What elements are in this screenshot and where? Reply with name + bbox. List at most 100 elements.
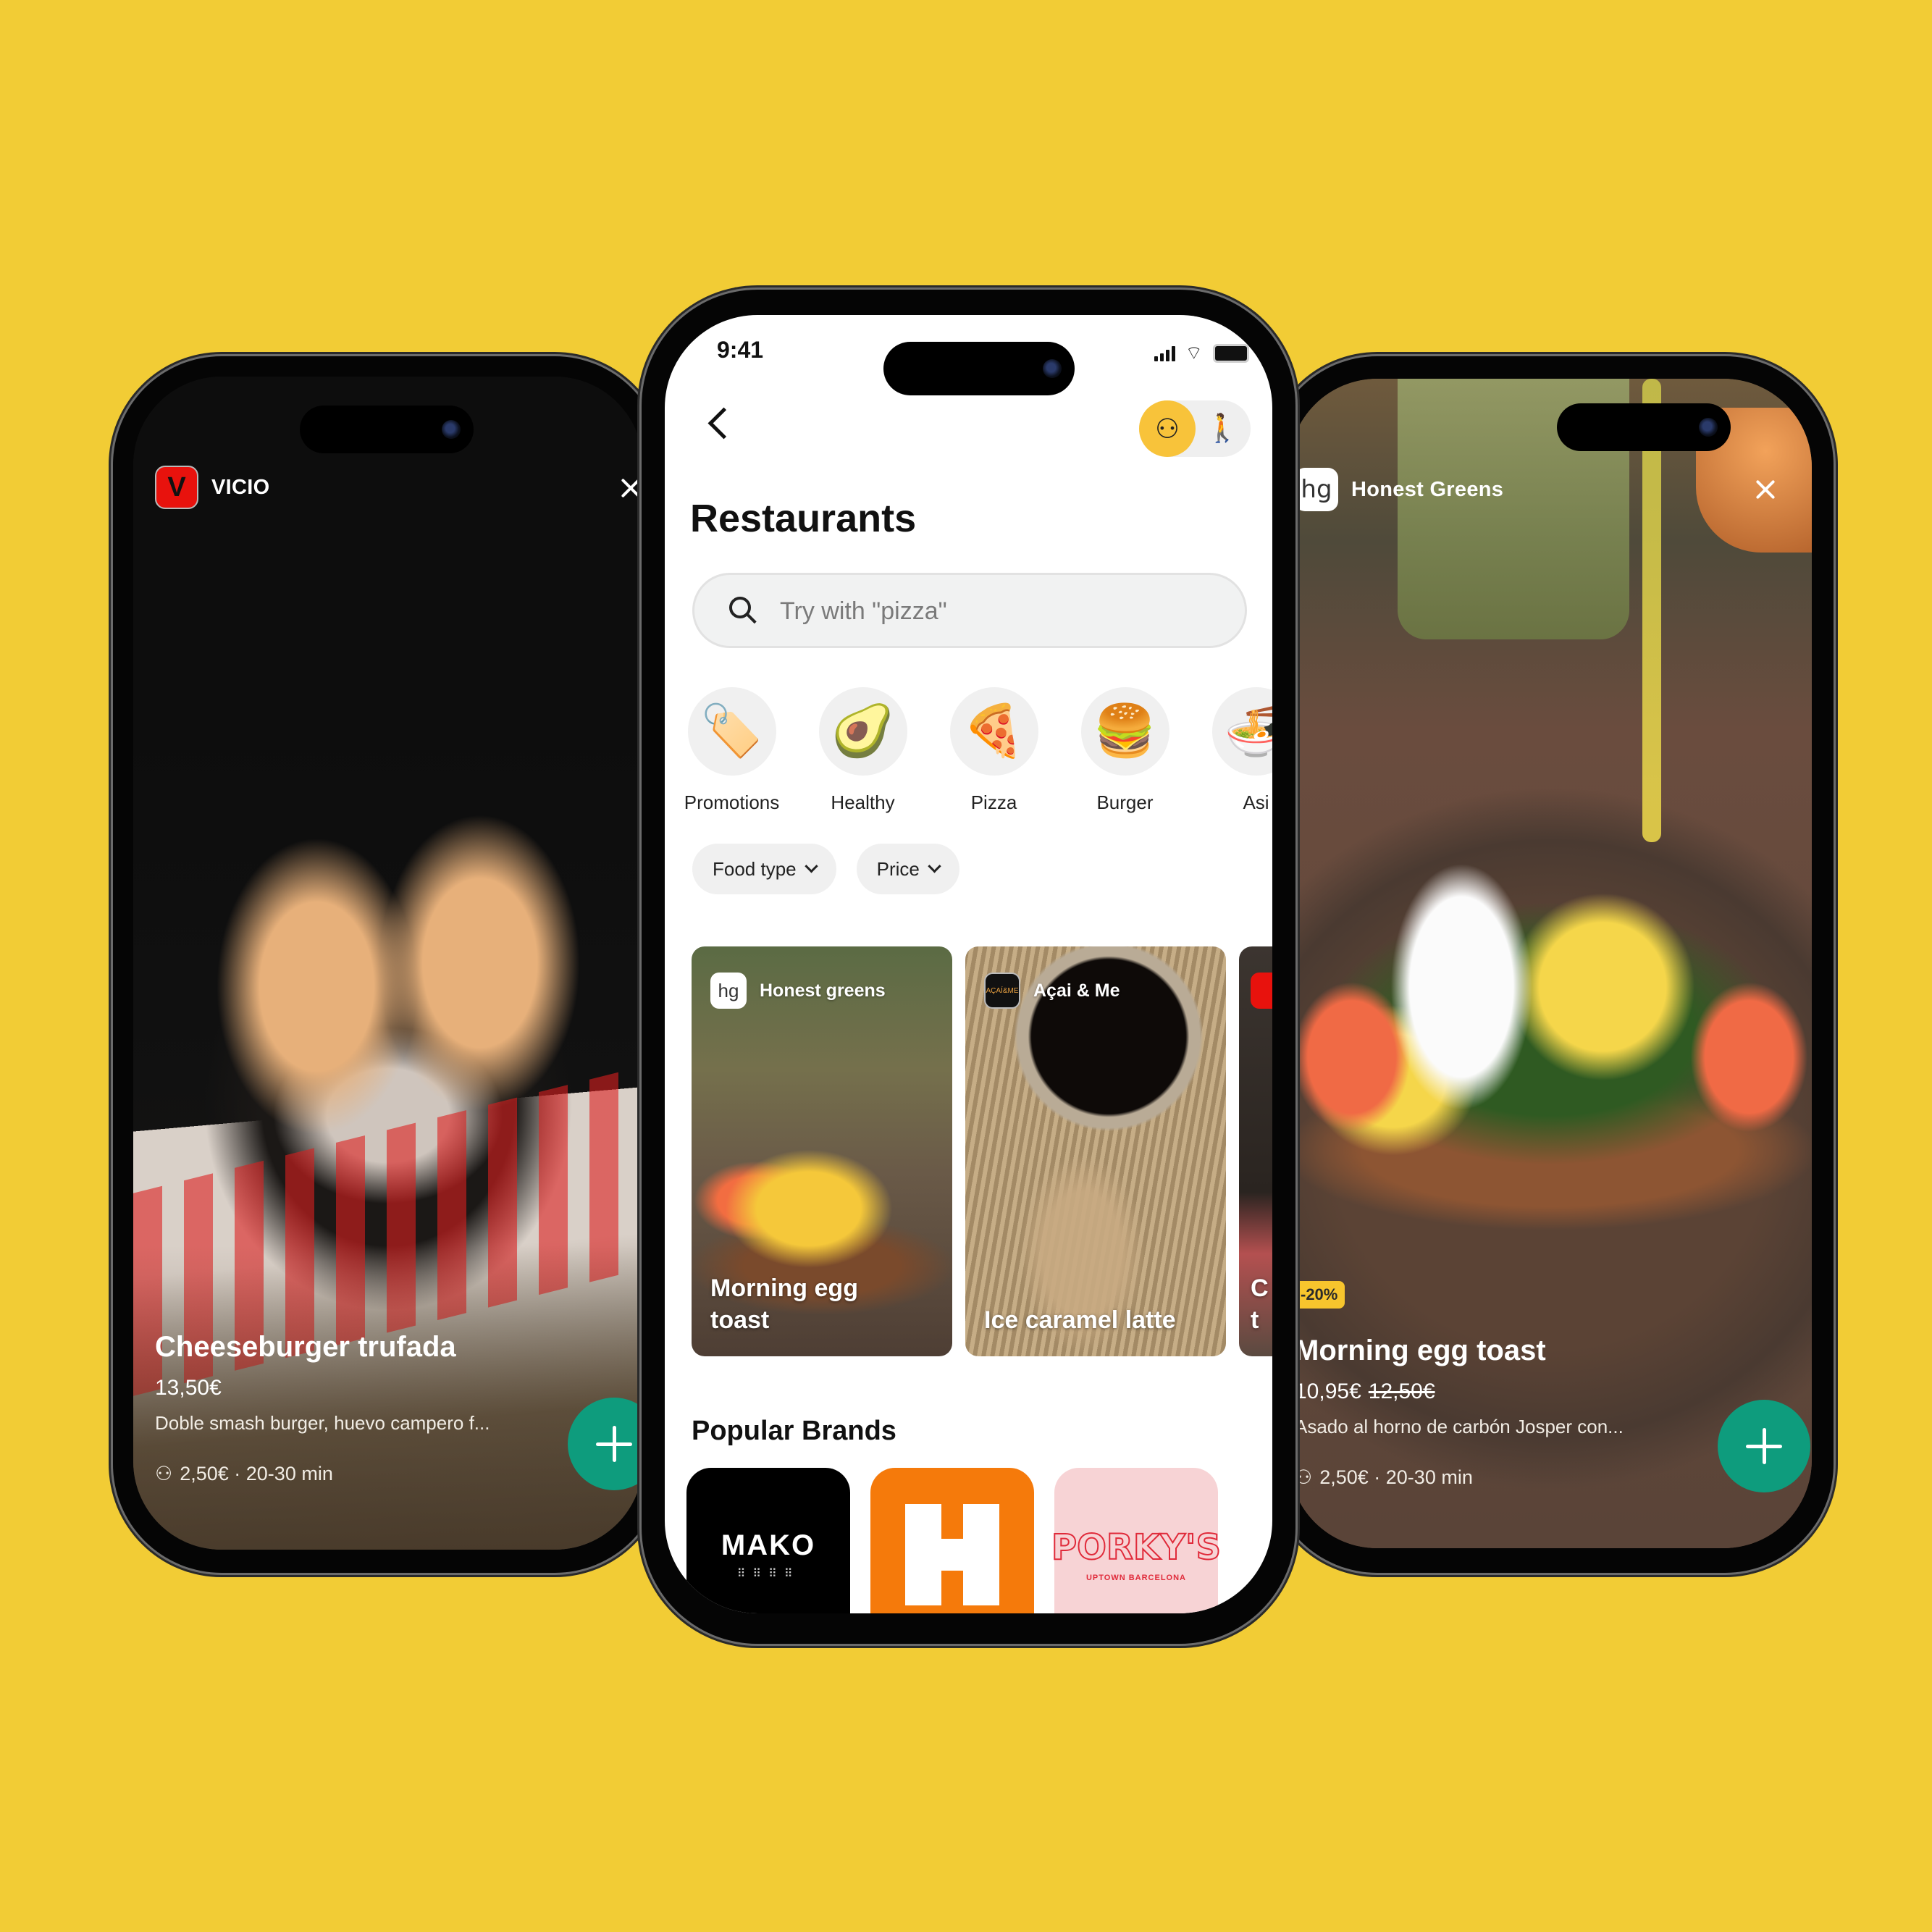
vicio-story-screen: V VICIO Cheeseburger trufada 13,50€ Dobl…: [133, 377, 643, 1550]
story-card[interactable]: C t: [1239, 946, 1272, 1356]
dynamic-island: [1557, 403, 1731, 451]
category-label: Burger: [1096, 791, 1154, 813]
product-description: Doble smash burger, huevo campero f...: [155, 1412, 490, 1434]
camera-icon: [1043, 359, 1062, 378]
card-brand: hg Honest greens: [710, 973, 886, 1009]
delivery-info: ⚇ 2,50€ · 20-30 min: [1295, 1466, 1473, 1489]
card-brand-name: Honest greens: [760, 980, 886, 1001]
delivery-text: 2,50€ · 20-30 min: [1319, 1466, 1473, 1488]
story-cards-carousel: hg Honest greens Morning egg toast AÇAÍ&…: [692, 946, 1272, 1356]
honest-greens-logo: hg: [1295, 468, 1338, 511]
brand-tile-mako[interactable]: MAKO ⠿⠿⠿⠿: [686, 1468, 850, 1613]
wifi-icon: ⌔: [1185, 342, 1203, 364]
category-label: Healthy: [831, 791, 895, 813]
close-icon[interactable]: [1753, 477, 1778, 502]
back-chevron-icon[interactable]: [707, 407, 740, 440]
camera-icon: [442, 420, 461, 439]
card-title: Morning egg toast: [710, 1272, 858, 1336]
delivery-mode-rider[interactable]: ⚇: [1139, 400, 1196, 457]
card-title-line: Morning egg: [710, 1274, 858, 1302]
story-brand-name: Honest Greens: [1351, 477, 1504, 501]
product-price: 13,50€: [155, 1376, 222, 1400]
product-price: 10,95€ 12,50€: [1295, 1379, 1435, 1404]
add-to-cart-button[interactable]: [1718, 1400, 1810, 1492]
rider-icon: ⚇: [1295, 1466, 1313, 1488]
delivery-info: ⚇ 2,50€ · 20-30 min: [155, 1463, 333, 1485]
chevron-down-icon: [804, 859, 818, 873]
current-price: 10,95€: [1295, 1379, 1361, 1403]
honest-greens-story-screen: hg Honest Greens -20% Morning egg toast …: [1289, 379, 1812, 1548]
pickup-mode-walk[interactable]: 🚶: [1194, 400, 1251, 457]
phone-left-vicio-story: V VICIO Cheeseburger trufada 13,50€ Dobl…: [113, 356, 663, 1573]
category-label: Pizza: [970, 791, 1017, 813]
filter-label: Food type: [713, 857, 797, 880]
story-card[interactable]: hg Honest greens Morning egg toast: [692, 946, 952, 1356]
battery-icon: [1213, 343, 1249, 363]
card-title-line: toast: [710, 1306, 770, 1334]
chevron-down-icon: [928, 859, 941, 873]
category-pizza[interactable]: 🍕 Pizza: [941, 687, 1046, 814]
status-time: 9:41: [717, 337, 764, 363]
filter-chips: Food type Price: [692, 844, 959, 894]
porkys-logo: PORKY'S: [1051, 1526, 1222, 1568]
current-price: 13,50€: [155, 1376, 222, 1400]
card-title-line: C: [1251, 1274, 1269, 1302]
vicio-logo: V: [155, 466, 198, 509]
search-bar[interactable]: [692, 573, 1247, 648]
burger-icon: 🍔: [1080, 687, 1169, 776]
camera-icon: [1699, 418, 1718, 437]
card-title-line: Ice caramel latte: [984, 1306, 1176, 1334]
mako-logo-sub: ⠿⠿⠿⠿: [736, 1567, 800, 1580]
brand-tile-h[interactable]: [870, 1468, 1034, 1613]
category-burger[interactable]: 🍔 Burger: [1072, 687, 1177, 814]
story-brand-header[interactable]: V VICIO: [155, 466, 269, 509]
ramen-bowl-icon: 🍜: [1211, 687, 1272, 776]
dynamic-island: [300, 406, 474, 453]
popular-brands-title: Popular Brands: [692, 1416, 896, 1446]
page-title: Restaurants: [690, 497, 917, 540]
pizza-slice-icon: 🍕: [949, 687, 1038, 776]
signal-icon: [1154, 345, 1175, 361]
card-brand: AÇAÍ&ME Açai & Me: [984, 973, 1120, 1009]
brand-tile-porkys[interactable]: PORKY'S UPTOWN BARCELONA: [1051, 1468, 1222, 1613]
close-icon[interactable]: [618, 476, 643, 500]
card-brand: [1251, 973, 1272, 1009]
phone-center-restaurants: 9:41 ⌔ ⚇ 🚶 Restaurants 🏷️ Promotions 🥑 H…: [642, 290, 1295, 1644]
card-brand-name: Açai & Me: [1033, 980, 1120, 1001]
acai-and-me-logo: AÇAÍ&ME: [984, 973, 1020, 1009]
category-healthy[interactable]: 🥑 Healthy: [810, 687, 915, 814]
card-title: C t: [1251, 1272, 1269, 1336]
story-brand-header[interactable]: hg Honest Greens: [1295, 468, 1503, 511]
delivery-mode-toggle[interactable]: ⚇ 🚶: [1139, 400, 1251, 457]
category-asian[interactable]: 🍜 Asi: [1204, 687, 1272, 814]
delivery-text: 2,50€ · 20-30 min: [180, 1463, 333, 1484]
product-title: Morning egg toast: [1295, 1335, 1546, 1366]
product-title: Cheeseburger trufada: [155, 1331, 456, 1363]
popular-brands-carousel: MAKO ⠿⠿⠿⠿ PORKY'S UPTOWN BARCELONA: [686, 1468, 1222, 1613]
restaurants-screen: 9:41 ⌔ ⚇ 🚶 Restaurants 🏷️ Promotions 🥑 H…: [665, 315, 1272, 1613]
category-label: Asi: [1243, 791, 1269, 813]
walking-icon: 🚶: [1205, 413, 1240, 444]
category-label: Promotions: [684, 791, 780, 813]
search-input[interactable]: [778, 575, 1216, 647]
porkys-logo-sub: UPTOWN BARCELONA: [1085, 1574, 1186, 1582]
card-title-line: t: [1251, 1306, 1259, 1334]
rider-icon: ⚇: [155, 1463, 173, 1484]
filter-price[interactable]: Price: [856, 844, 959, 894]
category-promotions[interactable]: 🏷️ Promotions: [679, 687, 784, 814]
filter-label: Price: [876, 857, 920, 880]
filter-food-type[interactable]: Food type: [692, 844, 836, 894]
vicio-logo: [1251, 973, 1272, 1009]
story-brand-name: VICIO: [211, 475, 270, 499]
search-icon: [729, 597, 751, 618]
honest-greens-logo: hg: [710, 973, 747, 1009]
category-carousel: 🏷️ Promotions 🥑 Healthy 🍕 Pizza 🍔 Burger…: [679, 687, 1272, 814]
dynamic-island: [883, 342, 1075, 395]
status-icons: ⌔: [1154, 341, 1249, 365]
story-card[interactable]: AÇAÍ&ME Açai & Me Ice caramel latte: [965, 946, 1226, 1356]
rider-icon: ⚇: [1154, 413, 1180, 445]
avocado-juice-icon: 🥑: [818, 687, 907, 776]
phone-right-honest-greens-story: hg Honest Greens -20% Morning egg toast …: [1269, 356, 1834, 1573]
price-tag-icon: 🏷️: [687, 687, 776, 776]
original-price: 12,50€: [1368, 1379, 1435, 1403]
